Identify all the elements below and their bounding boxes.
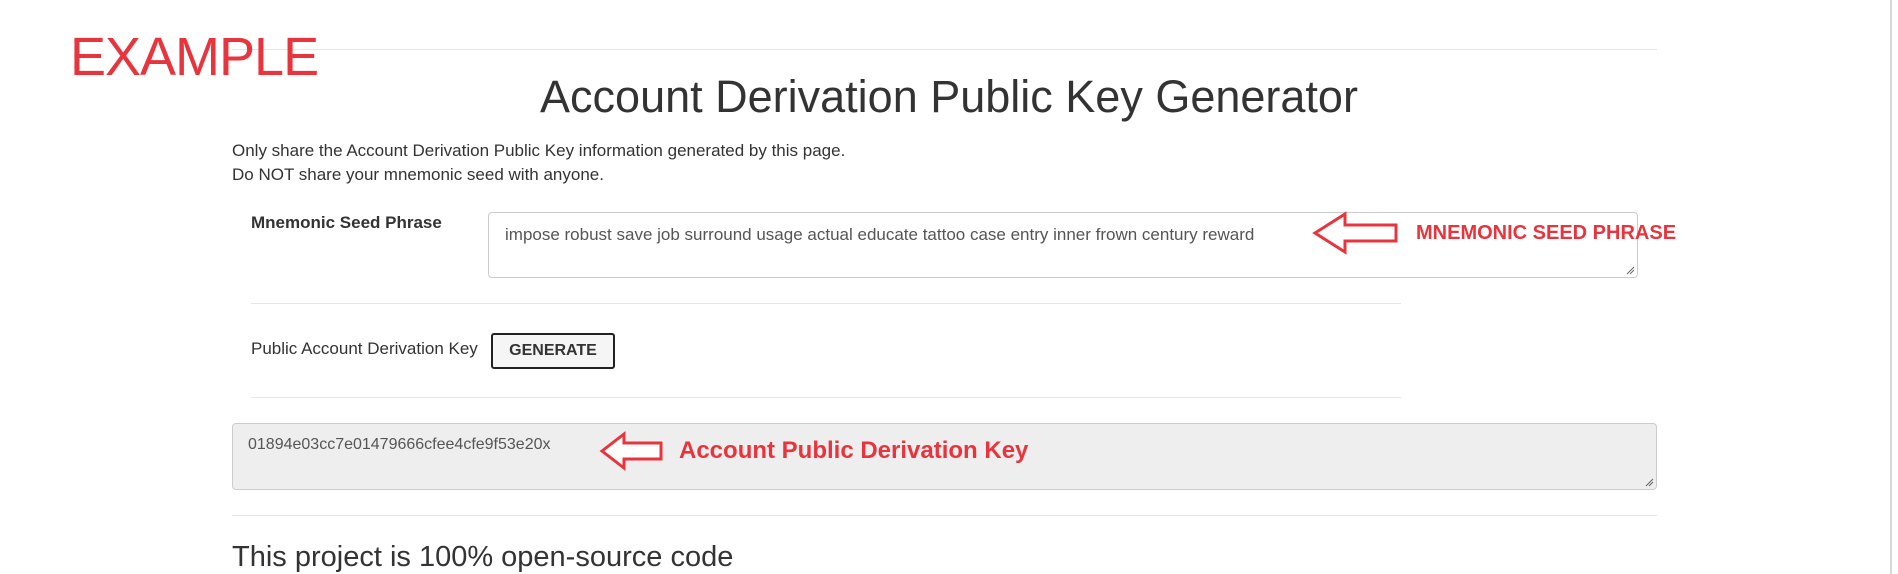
page: EXAMPLE Account Derivation Public Key Ge… bbox=[0, 0, 1898, 574]
seed-divider bbox=[251, 303, 1401, 304]
intro-text: Only share the Account Derivation Public… bbox=[232, 139, 845, 187]
resize-grip-icon[interactable] bbox=[1625, 265, 1635, 275]
key-annotation: Account Public Derivation Key bbox=[599, 430, 1028, 472]
seed-phrase-label: Mnemonic Seed Phrase bbox=[251, 213, 442, 232]
left-arrow-icon bbox=[1312, 211, 1398, 255]
resize-grip-icon[interactable] bbox=[1644, 477, 1654, 487]
key-annotation-label: Account Public Derivation Key bbox=[679, 437, 1029, 464]
scrollbar[interactable] bbox=[1884, 0, 1898, 574]
footer-divider bbox=[232, 515, 1657, 516]
intro-line-share: Only share the Account Derivation Public… bbox=[232, 141, 846, 160]
left-arrow-icon bbox=[599, 430, 663, 472]
intro-line-warning: Do NOT share your mnemonic seed with any… bbox=[232, 165, 604, 184]
scrollbar-thumb[interactable] bbox=[1890, 0, 1892, 574]
public-key-label: Public Account Derivation Key bbox=[251, 339, 478, 358]
public-key-value: 01894e03cc7e01479666cfee4cfe9f53e20x bbox=[248, 436, 551, 453]
seed-annotation-label: MNEMONIC SEED PHRASE bbox=[1416, 221, 1677, 244]
top-divider bbox=[232, 49, 1657, 50]
footer-heading: This project is 100% open-source code bbox=[232, 541, 734, 573]
seed-phrase-value: impose robust save job surround usage ac… bbox=[505, 225, 1255, 244]
generate-button[interactable]: GENERATE bbox=[491, 333, 615, 369]
generate-divider bbox=[251, 397, 1401, 398]
seed-annotation: MNEMONIC SEED PHRASE bbox=[1312, 210, 1676, 256]
page-title: Account Derivation Public Key Generator bbox=[540, 71, 1358, 122]
